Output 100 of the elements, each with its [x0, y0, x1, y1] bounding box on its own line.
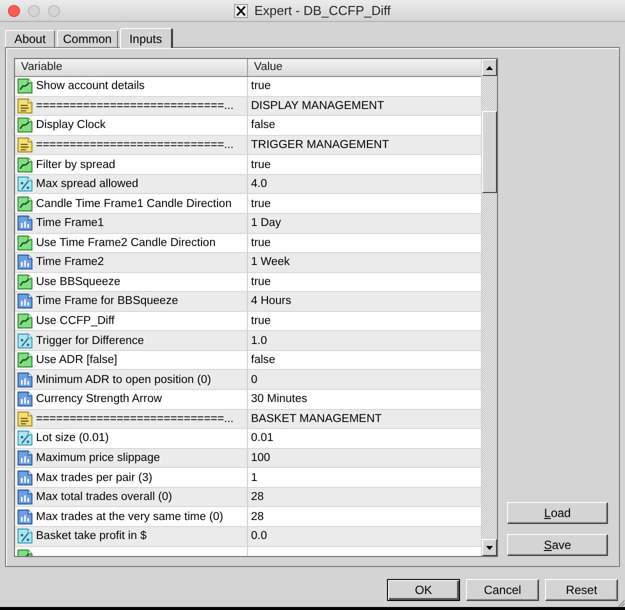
variable-name: Time Frame for BBSqueeze [36, 295, 178, 308]
table-row[interactable]: Use ADR [false] false [15, 350, 481, 370]
variable-name: Filter by spread [36, 158, 116, 171]
tab[interactable]: Inputs [120, 28, 173, 48]
column-header: Variable [15, 59, 248, 76]
text-lines-icon [17, 136, 33, 153]
step-line-icon [17, 234, 33, 251]
table-row[interactable]: Max total trades overall (0) 28 [15, 488, 481, 508]
cross-square-icon [234, 4, 248, 18]
scroll-down-button[interactable] [482, 539, 497, 556]
value-cell[interactable]: 4 Hours [248, 292, 481, 311]
table-row[interactable]: Candle Time Frame1 Candle Direction true [15, 194, 481, 214]
caret-down-icon [486, 546, 493, 550]
value-cell[interactable]: false [248, 350, 481, 370]
step-line-icon [17, 274, 33, 290]
table-row[interactable]: Time Frame1 1 Day [15, 214, 481, 234]
bars-tile-icon [17, 293, 33, 310]
value-cell[interactable]: 1 [248, 468, 481, 487]
dialog-button[interactable]: Reset [545, 579, 618, 601]
side-button[interactable]: Load [507, 502, 608, 524]
value-cell[interactable]: true [248, 155, 481, 174]
value-cell[interactable]: 30 Minutes [248, 390, 481, 409]
slash-tile-icon [17, 332, 33, 349]
value-cell[interactable]: 0.0 [248, 526, 481, 546]
variable-name: Basket take profit in $ [36, 530, 147, 542]
table-row[interactable]: Time Frame for BBSqueeze 4 Hours [15, 292, 481, 312]
value-cell[interactable]: 4.0 [248, 174, 481, 194]
table-row[interactable]: Use CCFP_Diff true [15, 312, 481, 332]
variable-name: Max total trades overall (0) [36, 491, 172, 504]
bars-tile-icon [17, 215, 33, 232]
tab[interactable]: Common [57, 30, 118, 47]
variable-name: ============================... [36, 100, 234, 112]
close-button[interactable] [8, 4, 20, 16]
value-cell[interactable]: 1.0 [248, 331, 481, 350]
table-row[interactable]: Show account details true [15, 77, 481, 97]
scroll-up-button[interactable] [482, 59, 497, 76]
dialog-button[interactable]: OK [387, 579, 460, 601]
bars-tile-icon [17, 391, 33, 408]
value-cell[interactable]: true [248, 194, 481, 213]
value-cell[interactable]: true [248, 272, 481, 292]
value-cell[interactable]: true [248, 77, 481, 96]
table-row[interactable]: Minimum ADR to open position (0) 0 [15, 370, 481, 390]
table-row[interactable]: Trigger for Difference 1.0 [15, 331, 481, 351]
variable-name: Display Clock [36, 119, 106, 132]
caret-up-icon [486, 66, 493, 70]
variable-name: Trigger for Difference [36, 334, 144, 347]
value-cell[interactable]: 28 [248, 507, 481, 526]
table-row[interactable]: Max trades at the very same time (0) 28 [15, 507, 481, 527]
value-cell[interactable]: BASKET MANAGEMENT [248, 410, 481, 428]
value-cell[interactable]: 0 [248, 370, 481, 389]
table-row[interactable]: Basket take profit in $ 0.0 [15, 526, 481, 546]
value-cell[interactable]: false [248, 116, 481, 135]
tab[interactable]: About [5, 30, 55, 47]
value-cell[interactable]: 0.01 [248, 429, 481, 448]
scrollbar-track[interactable] [481, 59, 497, 556]
value-cell[interactable]: TRIGGER MANAGEMENT [248, 136, 481, 154]
step-line-icon [17, 196, 33, 212]
table-row[interactable]: Max trades per pair (3) 1 [15, 468, 481, 488]
bars-tile-icon [17, 508, 33, 525]
value-cell[interactable]: 28 [248, 488, 481, 506]
step-line-icon [17, 352, 33, 368]
value-cell[interactable]: true [248, 234, 481, 252]
table-row[interactable]: Time Frame2 1 Week [15, 253, 481, 273]
value-cell[interactable]: true [248, 312, 481, 330]
variable-name: Max trades at the very same time (0) [36, 510, 224, 523]
value-cell[interactable]: 1 Day [248, 214, 481, 232]
resize-grip-icon[interactable] [618, 600, 625, 607]
value-cell[interactable]: 1 Week [248, 253, 481, 272]
step-line-icon [17, 313, 33, 330]
value-cell[interactable]: 100 [248, 448, 481, 468]
dialog-button[interactable]: Cancel [466, 579, 539, 601]
table-row[interactable]: ============================... DISPLAY MANAGEMENT [15, 96, 481, 116]
table-row[interactable]: ============================... BASKET MANAGEMENT [15, 410, 481, 430]
variable-name: Use ADR [false] [36, 354, 118, 366]
window-title: Expert - DB_CCFP_Diff [254, 3, 391, 18]
table-row[interactable]: Display Clock false [15, 116, 481, 136]
scrollbar-thumb[interactable] [482, 111, 497, 193]
table-row[interactable]: Use Time Frame2 Candle Direction true [15, 234, 481, 254]
bars-tile-icon [17, 450, 33, 466]
bars-tile-icon [17, 372, 33, 388]
value-cell[interactable]: DISPLAY MANAGEMENT [248, 96, 481, 116]
table-row[interactable]: Lot size (0.01) 0.01 [15, 429, 481, 449]
table-row[interactable]: Filter by spread true [15, 155, 481, 175]
table-row[interactable]: ============================... TRIGGER MANAGEMENT [15, 136, 481, 156]
variable-name: Time Frame1 [36, 217, 104, 230]
table-row[interactable]: Max spread allowed 4.0 [15, 174, 481, 194]
variable-name: Use Time Frame2 Candle Direction [36, 236, 216, 249]
variable-name: Maximum price slippage [36, 452, 160, 464]
variable-name: Candle Time Frame1 Candle Direction [36, 198, 232, 210]
table-row[interactable]: Use BBSqueeze true [15, 272, 481, 292]
variable-name: Use BBSqueeze [36, 276, 120, 288]
variable-name: Lot size (0.01) [36, 432, 109, 444]
variable-name: ============================... [36, 412, 234, 425]
bars-tile-icon [17, 489, 33, 506]
table-row[interactable]: Currency Strength Arrow 30 Minutes [15, 390, 481, 410]
slash-tile-icon [17, 176, 33, 192]
side-button[interactable]: Save [507, 534, 608, 556]
variable-name: Max spread allowed [36, 178, 138, 190]
text-lines-icon [17, 98, 33, 114]
table-row[interactable]: Maximum price slippage 100 [15, 448, 481, 468]
